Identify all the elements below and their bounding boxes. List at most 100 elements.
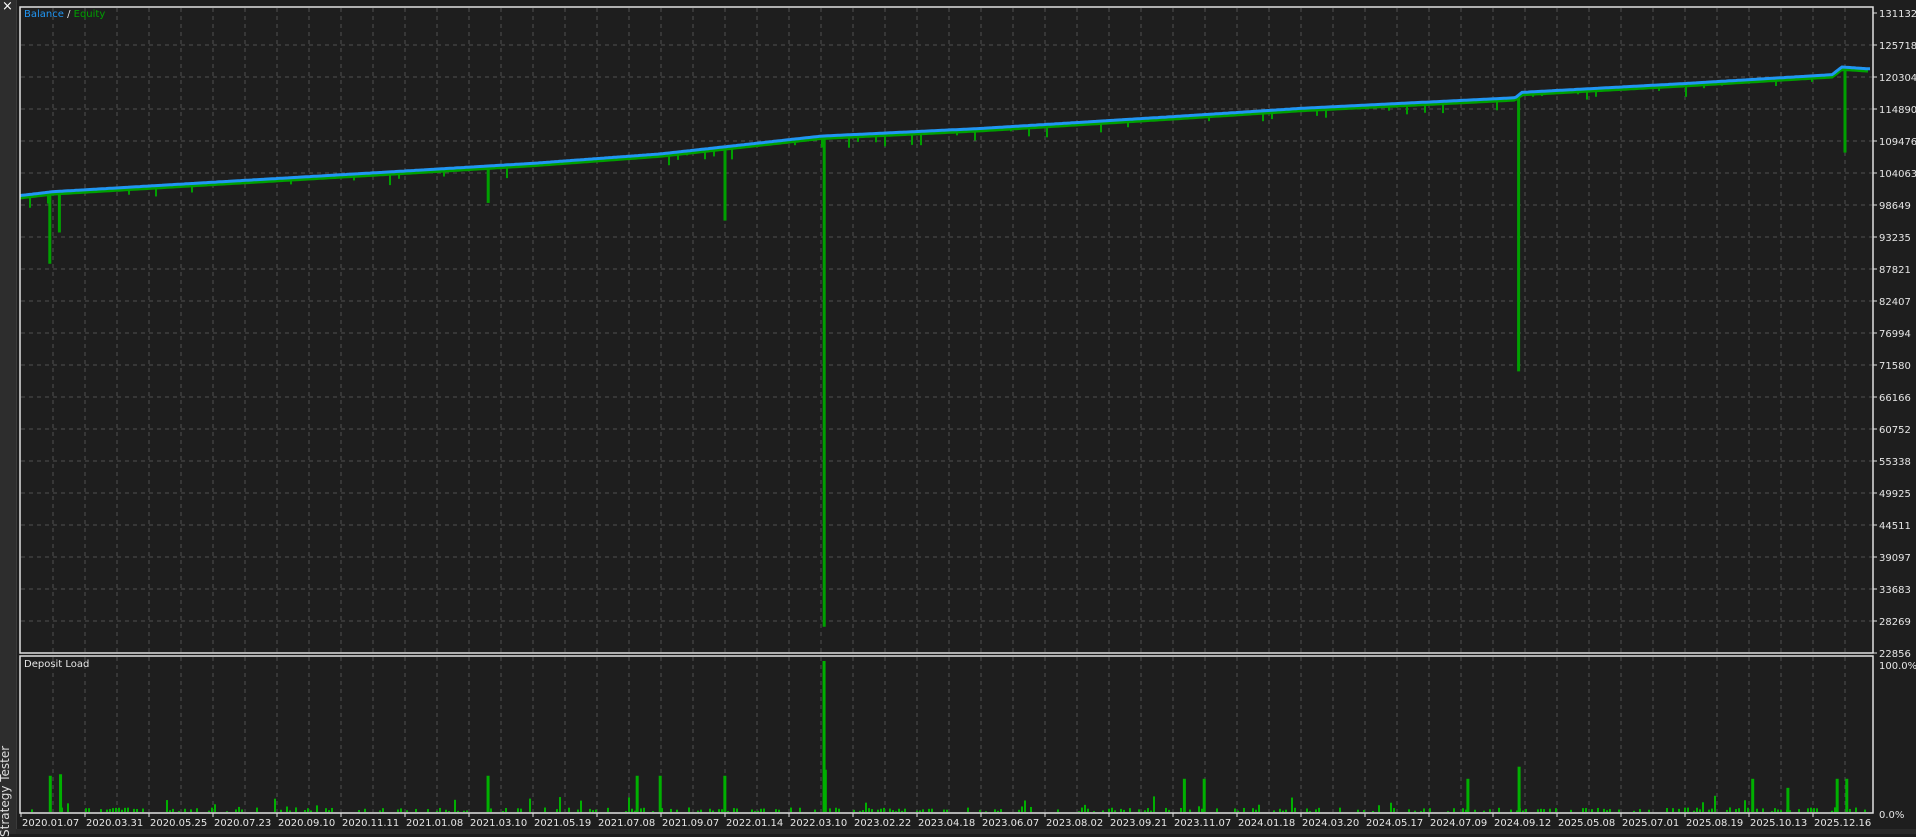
load-y-tick-label: 100.0%: [1879, 661, 1916, 672]
y-tick-label: 33683: [1879, 585, 1911, 596]
y-tick-label: 109476: [1879, 137, 1916, 148]
deposit-load-bar: [364, 808, 366, 812]
deposit-load-bar: [1255, 809, 1257, 812]
deposit-load-bar: [1540, 808, 1542, 812]
bottom-scrollbar[interactable]: [16, 829, 1916, 834]
deposit-load-bar: [112, 808, 114, 812]
deposit-load-bar: [100, 809, 102, 812]
deposit-load-bar: [931, 808, 933, 812]
x-tick-label: 2020.07.23: [214, 818, 271, 829]
deposit-load-bar: [121, 809, 123, 812]
deposit-load-bar: [697, 810, 699, 812]
deposit-load-bar: [967, 807, 969, 812]
deposit-load-bar: [1609, 809, 1611, 812]
deposit-load-bar: [436, 810, 438, 812]
deposit-load-bar: [760, 808, 762, 812]
deposit-load-bar: [853, 809, 855, 812]
deposit-load-spike: [59, 774, 63, 812]
x-tick-label: 2023.08.02: [1046, 818, 1103, 829]
x-tick-label: 2025.05.08: [1558, 818, 1615, 829]
deposit-load-bar: [1078, 811, 1080, 812]
deposit-load-bar: [1729, 807, 1731, 812]
x-tick-label: 2025.08.19: [1686, 818, 1743, 829]
deposit-load-bar: [1114, 810, 1116, 812]
deposit-load-bar: [118, 807, 120, 812]
deposit-load-bar: [859, 810, 861, 812]
deposit-load-bar: [1780, 810, 1782, 812]
deposit-load-bar: [712, 810, 714, 812]
deposit-load-bar: [172, 808, 174, 812]
deposit-load-bar: [1498, 807, 1500, 812]
deposit-load-bar: [1747, 807, 1749, 812]
x-tick-label: 2025.07.01: [1622, 818, 1679, 829]
deposit-load-bar: [184, 808, 186, 812]
deposit-load-spike: [823, 769, 827, 812]
y-tick-label: 87821: [1879, 265, 1911, 276]
deposit-load-bar: [1165, 807, 1167, 812]
deposit-load-bar: [631, 808, 633, 812]
deposit-load-bar: [1702, 802, 1704, 812]
x-tick-label: 2024.05.17: [1366, 818, 1423, 829]
deposit-load-bar: [457, 810, 459, 812]
deposit-load-bar: [1606, 810, 1608, 812]
deposit-load-spike: [1835, 778, 1839, 812]
deposit-load-bar: [166, 800, 168, 812]
deposit-load-bar: [1648, 809, 1650, 812]
deposit-load-bar: [595, 809, 597, 812]
y-tick-label: 55338: [1879, 457, 1911, 468]
deposit-load-bar: [1339, 807, 1341, 812]
deposit-load-bar: [577, 809, 579, 812]
y-tick-label: 125718: [1879, 41, 1916, 52]
deposit-load-bar: [1711, 808, 1713, 812]
y-tick-label: 98649: [1879, 201, 1911, 212]
deposit-load-bar: [454, 799, 456, 812]
y-tick-label: 49925: [1879, 489, 1911, 500]
y-tick-label: 71580: [1879, 361, 1911, 372]
deposit-load-bar: [1447, 811, 1449, 812]
deposit-load-title: Deposit Load: [24, 659, 89, 670]
x-tick-label: 2023.04.18: [918, 818, 975, 829]
deposit-load-bar: [1258, 804, 1260, 812]
y-tick-label: 93235: [1879, 233, 1911, 244]
x-tick-label: 2024.07.09: [1430, 818, 1487, 829]
y-tick-label: 114890: [1879, 105, 1916, 116]
deposit-load-bar: [1570, 809, 1572, 812]
deposit-load-bar: [88, 808, 90, 812]
deposit-load-bar: [898, 808, 900, 812]
deposit-load-bar: [1855, 807, 1857, 812]
x-tick-label: 2025.10.13: [1750, 818, 1807, 829]
x-tick-label: 2020.03.31: [86, 818, 143, 829]
deposit-load-bar: [502, 811, 504, 812]
deposit-load-bar: [640, 808, 642, 812]
deposit-load-bar: [1597, 807, 1599, 812]
deposit-load-bar: [751, 809, 753, 812]
deposit-load-bar: [700, 809, 702, 812]
deposit-load-bar: [1684, 807, 1686, 812]
deposit-load-bar: [505, 808, 507, 812]
deposit-load-bar: [835, 807, 837, 812]
deposit-load-bar: [85, 808, 87, 812]
deposit-load-bar: [1708, 809, 1710, 812]
deposit-load-bar: [919, 810, 921, 812]
deposit-load-bar: [580, 800, 582, 812]
deposit-load-bar: [1420, 811, 1422, 812]
deposit-load-bar: [289, 810, 291, 812]
deposit-load-bar: [1102, 810, 1104, 812]
legend-equity: Equity: [74, 9, 106, 20]
deposit-load-bar: [1462, 808, 1464, 812]
deposit-load-bar: [1744, 800, 1746, 812]
deposit-load-bar: [1378, 805, 1380, 812]
deposit-load-bar: [256, 807, 258, 812]
deposit-load-bar: [1816, 808, 1818, 812]
deposit-load-bar: [1189, 809, 1191, 812]
y-tick-label: 104063: [1879, 169, 1916, 180]
y-tick-label: 66166: [1879, 393, 1911, 404]
x-tick-label: 2021.01.08: [406, 818, 463, 829]
deposit-load-bar: [358, 810, 360, 812]
deposit-load-bar: [406, 810, 408, 812]
deposit-load-bar: [1543, 809, 1545, 812]
deposit-load-bar: [1237, 810, 1239, 812]
deposit-load-bar: [733, 808, 735, 812]
deposit-load-bar: [178, 811, 180, 812]
deposit-load-bar: [544, 807, 546, 812]
